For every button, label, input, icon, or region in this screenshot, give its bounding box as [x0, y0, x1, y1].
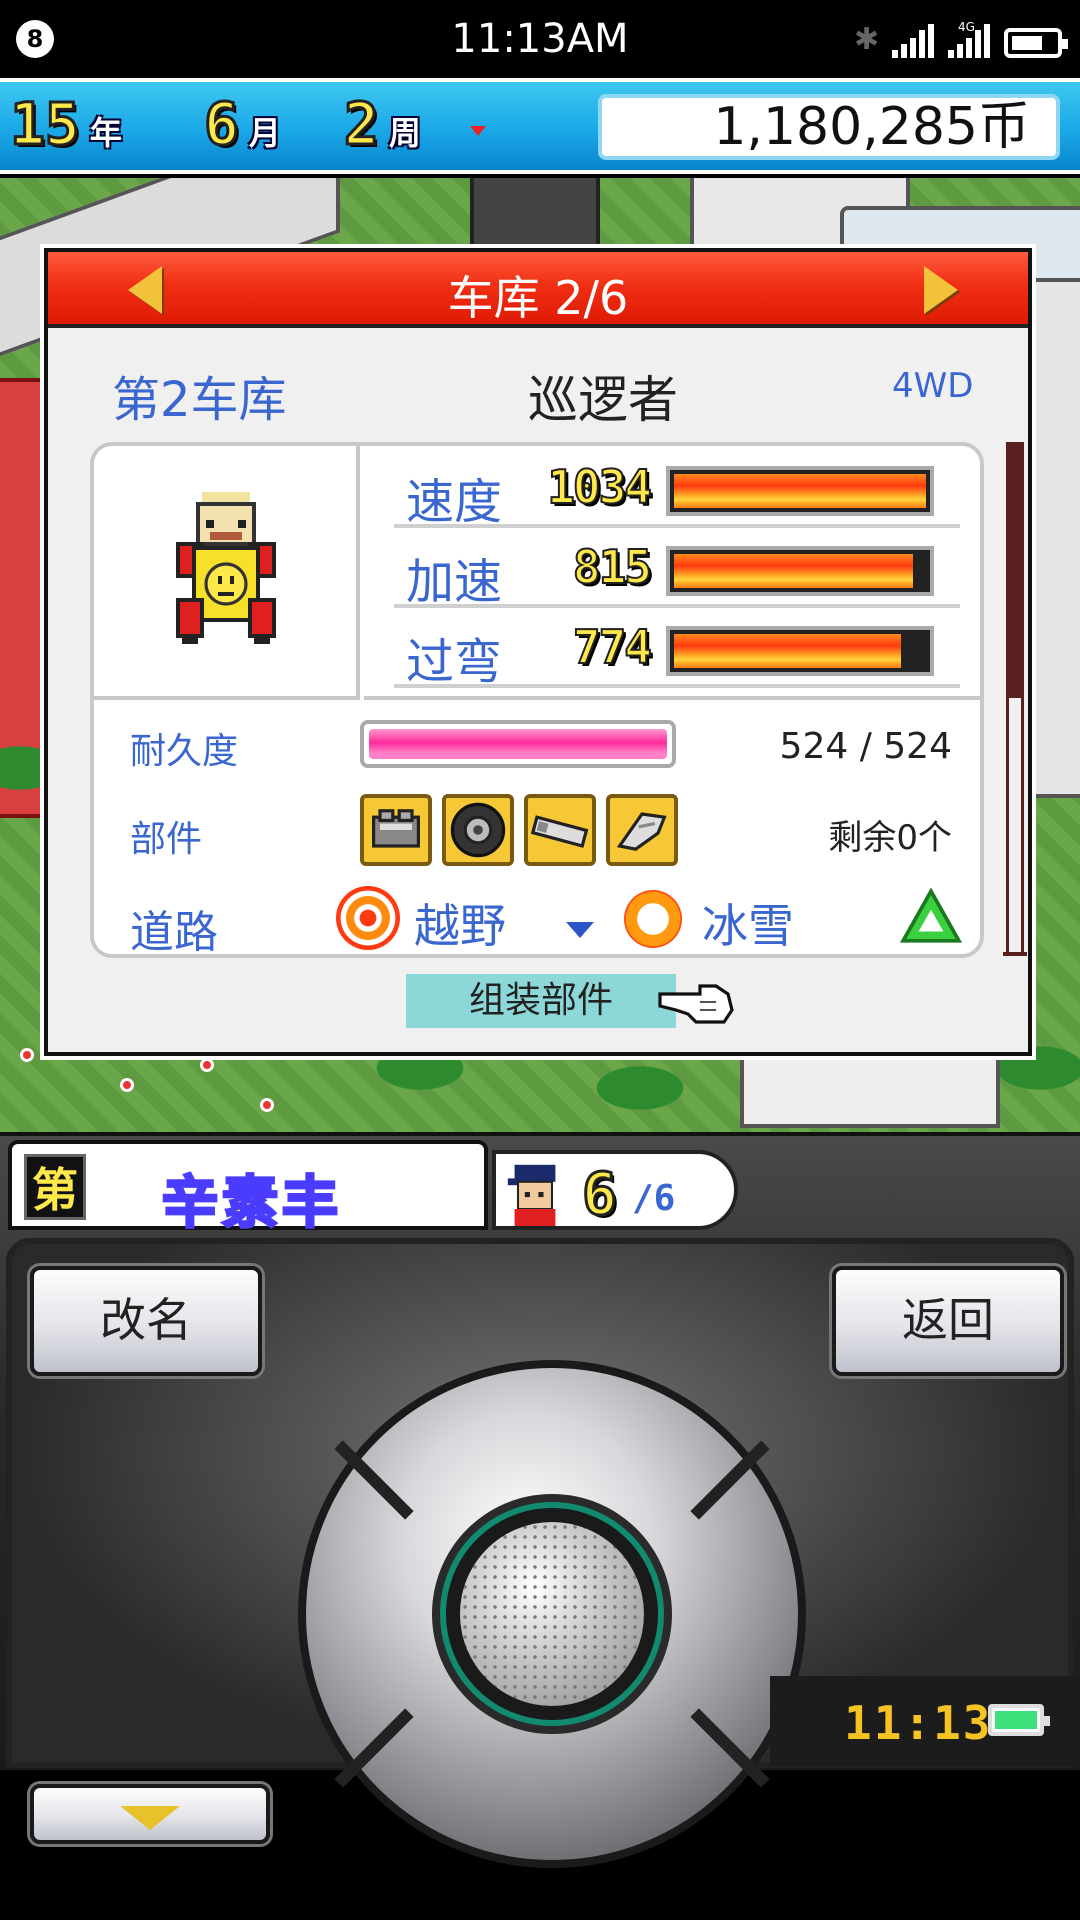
game-clock: 11:13 [844, 1696, 993, 1750]
durability-value: 524 / 524 [779, 726, 952, 767]
week-display[interactable]: 2 周 [343, 89, 421, 160]
engine-part-icon[interactable] [360, 794, 432, 866]
game-console: 第1 辛素丰 6 /6 改名 返回 [0, 1132, 1080, 1868]
dpad-divider [690, 1708, 770, 1788]
drive-type: 4WD [892, 366, 974, 406]
durability-label: 耐久度 [130, 731, 239, 772]
week-value: 2 [343, 89, 381, 160]
road-snow-label: 冰雪 [702, 899, 794, 953]
signal-strength-icon [892, 24, 934, 58]
next-garage-arrow-icon[interactable] [924, 266, 958, 314]
car-performance-stats: 速度 1034 加速 815 过弯 774 [364, 446, 980, 700]
road-row: 道路 越野 冰雪 [94, 874, 980, 958]
crew-count: 6 [581, 1159, 619, 1230]
scrollbar-end-cap [1003, 952, 1027, 956]
chassis-part-icon[interactable] [524, 794, 596, 866]
year-unit: 年 [89, 114, 122, 152]
date-dropdown-arrow-icon[interactable] [470, 126, 486, 136]
cornering-label: 过弯 [406, 634, 503, 690]
parts-remaining: 剩余0个 [828, 818, 952, 858]
month-value: 6 [203, 89, 241, 160]
car-name: 巡逻者 [528, 371, 678, 429]
status-bar: 8 11:13AM ✱ 4G [0, 0, 1080, 78]
double-circle-rating-icon [336, 886, 400, 950]
acceleration-bar-fill [674, 554, 914, 588]
acceleration-label: 加速 [406, 554, 503, 610]
bluetooth-icon: ✱ [854, 22, 880, 57]
cellular-4g-signal-icon: 4G [948, 20, 990, 58]
body-part-icon[interactable] [606, 794, 678, 866]
week-unit: 周 [388, 114, 421, 152]
palm-tree [580, 1058, 700, 1118]
dpad-divider [690, 1440, 770, 1520]
garage-dialog-title: 车库 2/6 [447, 271, 629, 325]
status-icons: ✱ 4G [854, 20, 1068, 58]
flower [120, 1078, 134, 1092]
car-driver-sprite [176, 492, 276, 644]
parts-label: 部件 [130, 819, 203, 860]
car-portrait-cell [94, 446, 360, 700]
assemble-parts-button[interactable]: 组装部件 [406, 974, 676, 1028]
year-value: 15 [9, 89, 82, 160]
garage-name: 第2车库 [112, 372, 287, 428]
game-battery-icon [988, 1704, 1050, 1736]
rank-badge: 第1 [24, 1154, 86, 1283]
triangle-rating-icon [900, 888, 962, 943]
rename-button[interactable]: 改名 [30, 1266, 262, 1376]
parts-row: 部件 剩余0个 [94, 794, 980, 874]
back-button[interactable]: 返回 [832, 1266, 1064, 1376]
date-money-bar: 15 年 6 月 2 周 1,180,285币 [0, 78, 1080, 174]
month-display: 6 月 [203, 89, 281, 160]
month-unit: 月 [248, 114, 281, 152]
game-battery-level [995, 1711, 1037, 1729]
crew-count-plate: 6 /6 [492, 1150, 738, 1230]
battery-icon [1004, 28, 1068, 58]
crew-member-icon [507, 1164, 556, 1226]
scroll-down-indicator-icon [566, 922, 594, 938]
cornering-value: 774 [572, 619, 653, 675]
cornering-stat-row: 过弯 774 [394, 612, 960, 690]
durability-bar [360, 720, 676, 768]
dpad-divider [334, 1440, 414, 1520]
speed-value: 1034 [546, 459, 653, 515]
speed-stat-row: 速度 1034 [394, 452, 960, 530]
chevron-down-icon [120, 1805, 180, 1830]
speed-label: 速度 [406, 474, 503, 530]
flower [20, 1048, 34, 1062]
tire-part-icon[interactable] [442, 794, 514, 866]
car-stats-box: 速度 1034 加速 815 过弯 774 耐久度 524 / 524 部件 剩… [90, 442, 984, 958]
garage-dialog-header: 车库 2/6 [48, 252, 1028, 328]
cornering-bar [666, 626, 934, 676]
player-name-plate: 第1 辛素丰 [8, 1140, 488, 1283]
road-offroad-label: 越野 [414, 899, 506, 953]
acceleration-value: 815 [572, 539, 653, 595]
dpad-divider [334, 1708, 414, 1788]
durability-row: 耐久度 524 / 524 [94, 700, 980, 784]
dpad-center-button[interactable] [440, 1502, 664, 1726]
acceleration-stat-row: 加速 815 [394, 532, 960, 610]
pointing-hand-icon [658, 984, 734, 1024]
crew-total: /6 [632, 1178, 676, 1219]
year-display: 15 年 [9, 89, 122, 160]
circle-rating-icon [624, 890, 682, 948]
flower [200, 1058, 214, 1072]
directional-pad[interactable] [298, 1360, 806, 1868]
durability-bar-fill [369, 729, 667, 759]
dpad-center-knob [460, 1522, 644, 1706]
flower [260, 1098, 274, 1112]
cornering-bar-fill [674, 634, 901, 668]
speed-bar [666, 466, 934, 516]
road-label: 道路 [130, 907, 218, 958]
acceleration-bar [666, 546, 934, 596]
garage-dialog: 车库 2/6 第2车库 巡逻者 4WD 速度 1034 加速 815 过弯 77… [44, 248, 1032, 1056]
money-display: 1,180,285币 [598, 94, 1060, 160]
scrollbar-thumb[interactable] [1009, 442, 1021, 698]
player-name: 辛素丰 [161, 1170, 342, 1238]
tire-stack [470, 178, 600, 258]
menu-toggle-button[interactable] [30, 1784, 270, 1844]
speed-bar-fill [674, 474, 926, 508]
stats-scrollbar[interactable] [1003, 442, 1027, 956]
game-clock-area: 11:13 [770, 1676, 1080, 1766]
